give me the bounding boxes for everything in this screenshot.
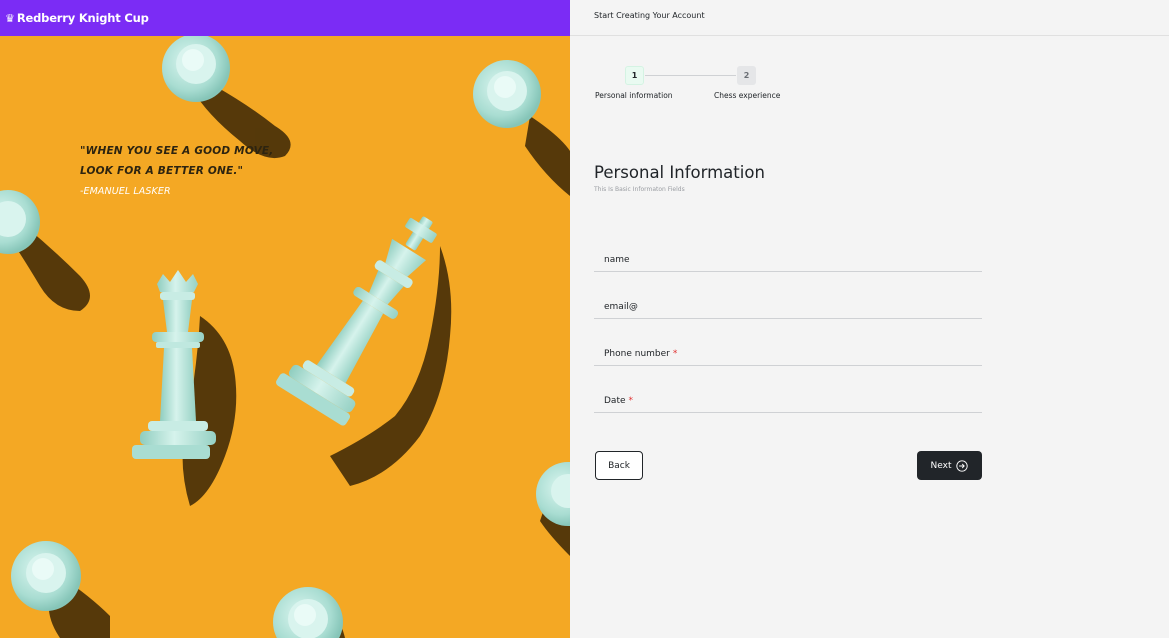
hero-image (0, 36, 570, 638)
brand-name: Redberry Knight Cup (16, 11, 149, 25)
quote-author: -EMANUEL LASKER (80, 186, 171, 197)
quote-line-2: LOOK FOR A BETTER ONE." (80, 165, 244, 177)
pawn-bottom (273, 587, 343, 638)
phone-field-label: Phone number * (604, 349, 677, 359)
next-button-label: Next (930, 460, 952, 471)
required-mark: * (672, 349, 678, 359)
date-field-label: Date * (604, 396, 633, 406)
arrow-right-circle-icon (956, 459, 969, 472)
step-1-indicator: 1 (625, 66, 644, 85)
date-field[interactable]: Date * (594, 393, 982, 413)
brand-bar: ♛ Redberry Knight Cup (0, 0, 570, 36)
pawn-right-edge (536, 462, 570, 526)
chess-pieces-illustration (0, 36, 570, 638)
page-header-title: Start Creating Your Account (594, 11, 705, 20)
name-field-placeholder: name (604, 255, 630, 265)
section-title: Personal Information (594, 163, 765, 182)
hero-quote: "WHEN YOU SEE A GOOD MOVE, LOOK FOR A BE… (80, 141, 273, 181)
back-button-label: Back (608, 460, 630, 471)
next-button[interactable]: Next (917, 451, 982, 480)
name-field[interactable]: name (594, 252, 982, 272)
left-panel: ♛ Redberry Knight Cup "WHEN YOU SEE A GO… (0, 0, 570, 638)
step-2-label: Chess experience (714, 91, 781, 100)
page-header: Start Creating Your Account (570, 0, 1169, 36)
back-button[interactable]: Back (595, 451, 643, 480)
email-field-placeholder: email@ (604, 302, 638, 312)
step-connector (645, 75, 736, 76)
pawn-top (162, 36, 230, 102)
right-panel: Start Creating Your Account 1 2 Personal… (570, 0, 1169, 638)
step-2-indicator: 2 (737, 66, 756, 85)
chess-queen-icon: ♛ (5, 11, 15, 25)
pawn-top-right (473, 60, 541, 128)
section-subtitle: This Is Basic Informaton Fields (594, 186, 685, 193)
stepper: 1 2 Personal information Chess experienc… (594, 66, 794, 106)
step-1-label: Personal information (595, 91, 673, 100)
phone-field-placeholder: Phone number (604, 349, 670, 359)
email-field[interactable]: email@ (594, 299, 982, 319)
date-field-placeholder: Date (604, 396, 626, 406)
pawn-bottom-left (11, 541, 81, 611)
phone-field[interactable]: Phone number * (594, 346, 982, 366)
quote-line-1: "WHEN YOU SEE A GOOD MOVE, (80, 145, 274, 157)
required-mark: * (628, 396, 634, 406)
